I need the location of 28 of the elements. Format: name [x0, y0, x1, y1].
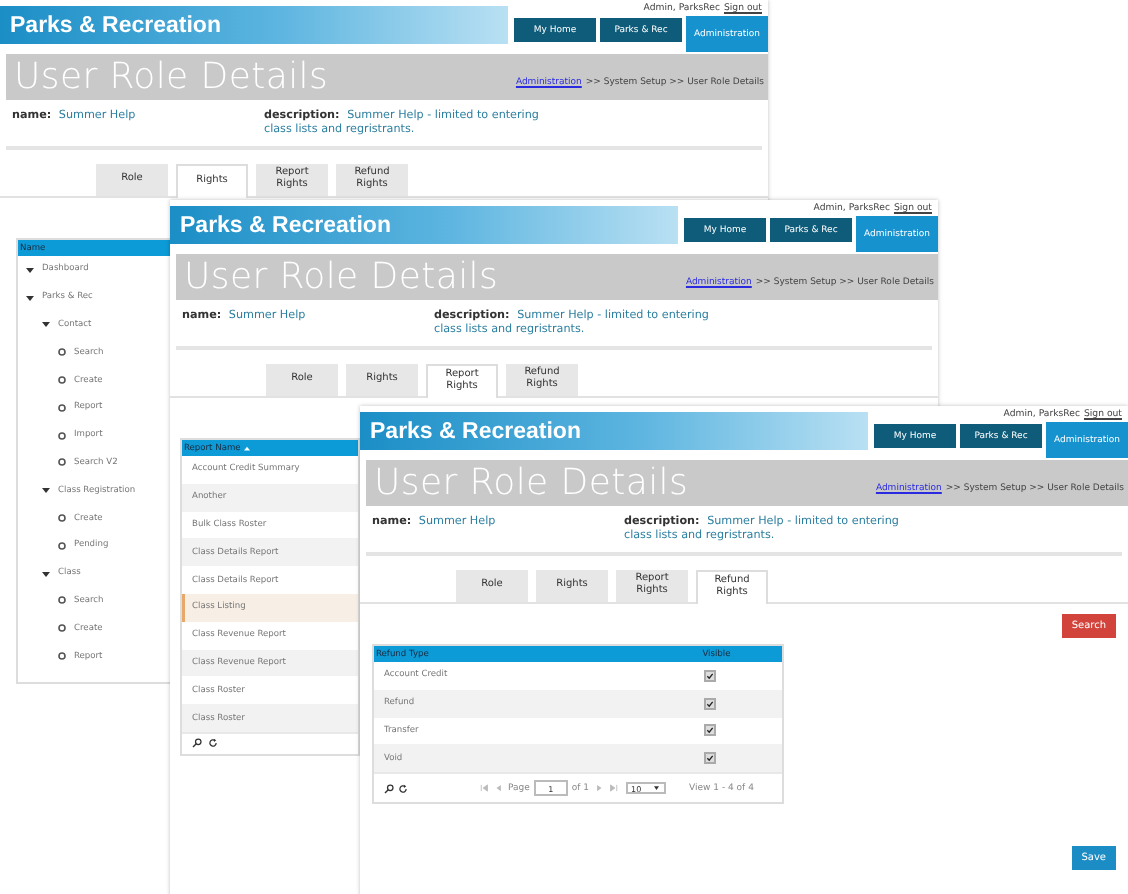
triangle-icon[interactable] — [42, 569, 50, 578]
brand-title: Parks & Recreation — [180, 213, 391, 237]
triangle-icon[interactable] — [42, 486, 50, 495]
triangle-icon[interactable] — [42, 320, 50, 329]
circle-icon — [58, 458, 66, 467]
visible-checkbox[interactable] — [703, 724, 716, 737]
circle-icon — [58, 431, 66, 440]
circle-icon — [58, 541, 66, 550]
search-icon[interactable] — [384, 783, 394, 794]
circle-icon — [58, 376, 66, 385]
visible-checkbox[interactable] — [703, 752, 716, 765]
visible-checkbox[interactable] — [703, 697, 716, 710]
circle-icon — [58, 403, 66, 412]
sort-arrow-icon — [244, 445, 251, 451]
visible-checkbox[interactable] — [703, 669, 716, 682]
circle-icon — [58, 596, 66, 605]
refresh-icon[interactable] — [208, 738, 218, 749]
circle-icon — [58, 624, 66, 633]
brand-title: Parks & Recreation — [10, 13, 221, 37]
circle-icon — [58, 348, 66, 357]
triangle-icon[interactable] — [26, 265, 34, 274]
triangle-icon[interactable] — [26, 293, 34, 302]
circle-icon — [58, 514, 66, 523]
caret-icon — [654, 786, 660, 791]
circle-icon — [58, 652, 66, 661]
search-icon[interactable] — [192, 738, 202, 749]
refresh-icon[interactable] — [398, 783, 408, 794]
brand-title: Parks & Recreation — [370, 419, 581, 443]
